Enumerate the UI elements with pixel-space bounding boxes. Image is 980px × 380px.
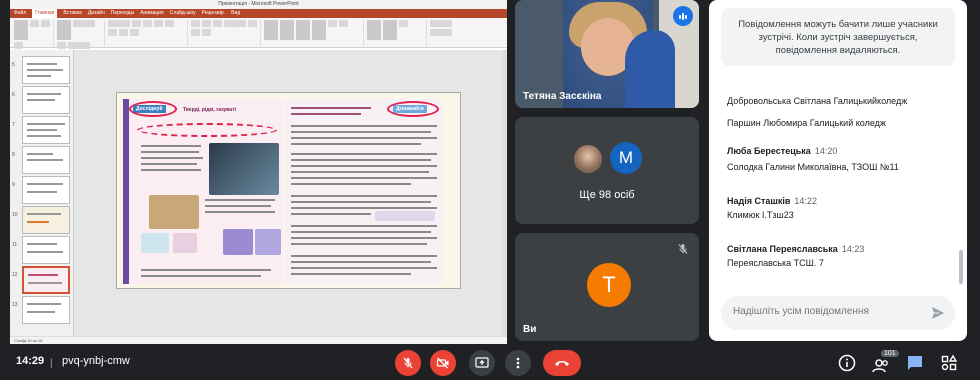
chat-sender: Люба Берестецька	[727, 146, 811, 156]
chat-message-text: Солодка Галини Миколаївна, ТЗОШ №11	[727, 162, 899, 172]
highlight-oval-right	[387, 101, 439, 117]
more-vert-icon	[516, 357, 520, 369]
slide-canvas: Досліджуй Тверді, рідкі, газуваті Дізнав…	[74, 50, 502, 336]
participant-tile-more[interactable]: M Ще 98 осіб	[515, 117, 699, 224]
chat-message-header: Люба Берестецька 14:20	[727, 146, 837, 156]
slide: Досліджуй Тверді, рідкі, газуваті Дізнав…	[116, 92, 461, 289]
speaking-indicator-icon	[673, 6, 693, 26]
chat-message-header: Світлана Переяславська 14:23	[727, 244, 864, 254]
glass-image	[141, 233, 169, 253]
chat-message-text: Переяславська ТСШ. 7	[727, 258, 824, 268]
chat-message-text: Добровольська Світлана Галицькийколедж	[727, 96, 908, 106]
mic-off-icon	[678, 244, 688, 254]
chat-time: 14:20	[814, 146, 838, 156]
participants-count-badge: 101	[881, 350, 899, 357]
bottom-bar: 14:29 | pvq-ynbj-cmw 101	[0, 344, 980, 380]
ribbon-tab-slideshow: Слайд-шоу	[169, 10, 196, 16]
ribbon-tab-home: Главная	[32, 9, 58, 18]
participant-tile-speaker[interactable]: Тетяна Засєкіна	[515, 0, 699, 108]
leave-call-button[interactable]	[543, 350, 581, 376]
meeting-code: pvq-ynbj-cmw	[62, 355, 130, 367]
present-screen-icon	[475, 357, 489, 368]
activities-icon[interactable]	[940, 354, 958, 372]
chat-panel: Повідомлення можуть бачити лише учасники…	[709, 0, 967, 341]
self-avatar: T	[587, 263, 631, 307]
meeting-details-icon[interactable]	[838, 354, 856, 372]
more-participants-label: Ще 98 осіб	[579, 189, 635, 201]
divider: |	[50, 358, 53, 369]
ribbon-tab-design: Дизайн	[87, 10, 105, 16]
chat-input-box[interactable]	[721, 296, 955, 330]
self-label: Ви	[523, 324, 537, 335]
objects-image	[149, 195, 199, 229]
camera-off-icon	[436, 357, 449, 369]
chat-input[interactable]	[733, 306, 923, 317]
camera-toggle-button[interactable]	[430, 350, 456, 376]
chat-time: 14:22	[794, 196, 817, 206]
ribbon-tab-animation: Анимация	[140, 10, 164, 16]
chat-icon[interactable]	[906, 354, 924, 372]
participant-tile-self[interactable]: T Ви	[515, 233, 699, 341]
hang-up-icon	[555, 361, 569, 366]
mic-toggle-button[interactable]	[395, 350, 421, 376]
definition-box	[375, 211, 435, 221]
chat-message-text: Паршин Любомира Галицький коледж	[727, 118, 886, 128]
mic-off-icon	[403, 357, 413, 369]
presentation-body: 5 6 7 8 9 10 11 12 13 Досліджуй Тверді, …	[10, 50, 507, 336]
chat-sender: Надія Сташків	[727, 196, 791, 206]
present-screen-button[interactable]	[469, 350, 495, 376]
ribbon-tabs: Файл Главная Вставка Дизайн Переходы Ани…	[10, 9, 507, 18]
wave-image	[209, 143, 279, 195]
speaker-name: Тетяна Засєкіна	[523, 91, 602, 102]
meeting-time: 14:29	[16, 355, 45, 367]
vertical-scrollbar	[502, 50, 507, 336]
beaker-image	[173, 233, 197, 253]
more-options-button[interactable]	[505, 350, 531, 376]
highlight-oval	[129, 101, 177, 117]
slide-left-heading: Тверді, рідкі, газуваті	[183, 107, 236, 113]
participant-avatar-photo	[572, 143, 604, 175]
chat-scrollbar[interactable]	[959, 250, 963, 284]
slide-page-left: Досліджуй Тверді, рідкі, газуваті	[123, 99, 283, 284]
ribbon-tab-file: Файл	[14, 10, 27, 16]
slide-page-right: Дізнавайся	[285, 99, 443, 284]
ribbon	[10, 18, 507, 49]
people-icon[interactable]	[872, 357, 890, 375]
ribbon-tab-review: Рецензир.	[201, 10, 226, 16]
chat-message-header: Надія Сташків 14:22	[727, 196, 817, 206]
chat-time: 14:23	[841, 244, 865, 254]
window-title: Презентація - Microsoft PowerPoint	[10, 0, 507, 9]
ribbon-tab-transitions: Переходы	[110, 10, 135, 16]
status-bar: Слайд 10 из 15	[10, 336, 507, 344]
ribbon-tab-insert: Вставка	[63, 10, 82, 16]
jar-image-2	[255, 229, 281, 255]
participant-avatar-letter: M	[610, 142, 642, 174]
send-icon[interactable]	[931, 306, 945, 320]
jar-image-1	[223, 229, 253, 255]
chat-message-text: Климюк І.Тзш23	[727, 210, 794, 220]
chat-notice: Повідомлення можуть бачити лише учасники…	[721, 8, 955, 66]
shared-screen: Презентація - Microsoft PowerPoint Файл …	[10, 0, 507, 344]
ribbon-tab-view: Вид	[231, 10, 241, 16]
highlight-oval-question	[137, 123, 277, 137]
slide-thumbnails: 5 6 7 8 9 10 11 12 13	[10, 50, 74, 336]
chat-sender: Світлана Переяславська	[727, 244, 838, 254]
